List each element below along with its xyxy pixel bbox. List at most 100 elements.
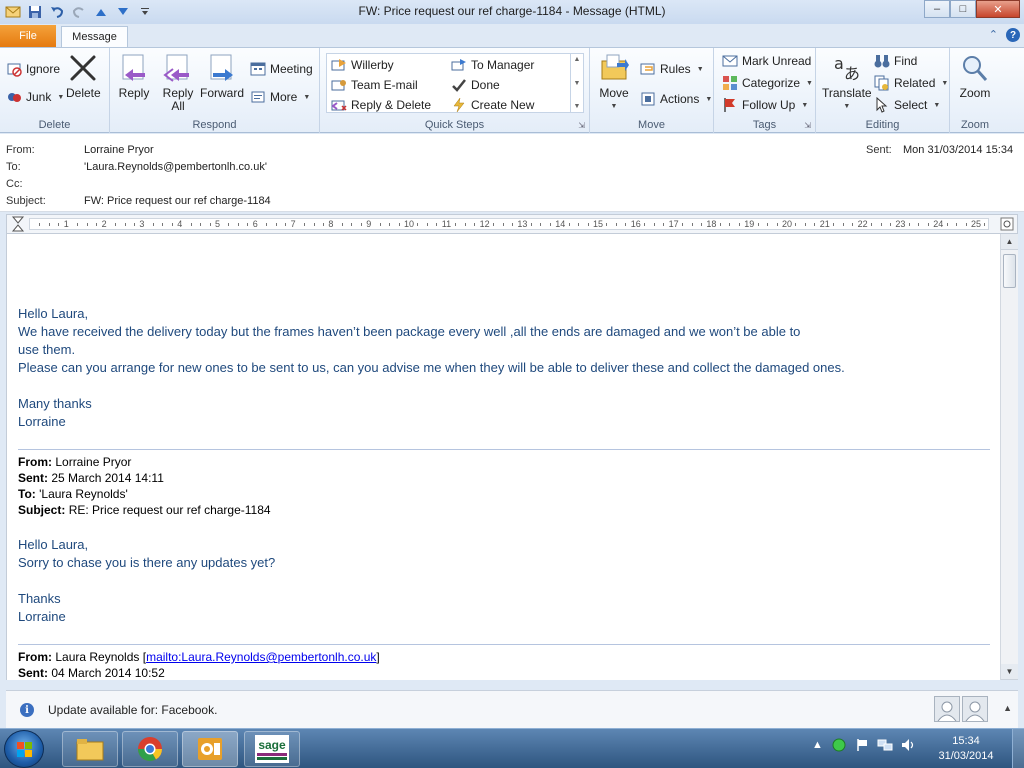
translate-icon: aあ — [831, 52, 863, 84]
ignore-button[interactable]: Ignore — [6, 61, 60, 77]
quick-step-to-manager[interactable]: To Manager — [451, 57, 534, 73]
zoom-button[interactable]: Zoom — [959, 52, 991, 100]
ruler-tick — [360, 223, 362, 226]
quick-step-reply-delete[interactable]: Reply & Delete — [331, 97, 431, 113]
svg-text:あ: あ — [844, 64, 860, 83]
show-hidden-icons-icon[interactable]: ▲ — [812, 739, 823, 751]
forward-button[interactable]: Forward — [200, 52, 244, 100]
help-icon[interactable]: ? — [1006, 28, 1020, 42]
quick-step-team-email[interactable]: Team E-mail — [331, 77, 418, 93]
indent-marker-icon[interactable] — [11, 216, 25, 232]
explorer-taskbar-button[interactable] — [62, 731, 118, 767]
person-avatar-icon[interactable] — [962, 696, 988, 722]
reply-icon — [118, 52, 150, 84]
to-value[interactable]: 'Laura.Reynolds@pembertonlh.co.uk' — [84, 161, 267, 173]
minimize-ribbon-icon[interactable]: ⌃ — [989, 28, 998, 42]
actions-icon — [640, 91, 656, 107]
maximize-button[interactable]: □ — [950, 0, 976, 18]
mailto-link[interactable]: mailto:Laura.Reynolds@pembertonlh.co.uk — [146, 650, 376, 664]
quick-step-done[interactable]: Done — [451, 77, 500, 93]
sage-taskbar-button[interactable]: sage — [244, 731, 300, 767]
ruler-number: 3 — [139, 219, 145, 229]
ruler-toggle-icon[interactable] — [1000, 217, 1014, 231]
quoted-from: From: Lorraine Pryor — [18, 455, 132, 469]
ruler-tick — [389, 223, 391, 226]
mark-unread-icon — [722, 53, 738, 69]
scroll-thumb[interactable] — [1003, 254, 1016, 288]
close-button[interactable]: ✕ — [976, 0, 1020, 18]
mark-unread-button[interactable]: Mark Unread — [722, 53, 811, 69]
reply-all-button[interactable]: Reply All — [162, 52, 194, 113]
volume-icon[interactable] — [901, 738, 917, 752]
delete-button[interactable]: Delete — [66, 52, 101, 100]
forward-arrow-icon — [451, 57, 467, 73]
quoted-to: To: 'Laura Reynolds' — [18, 487, 128, 501]
quoted-signature: Lorraine — [18, 609, 66, 624]
outlook-taskbar-button[interactable] — [182, 731, 238, 767]
meeting-button[interactable]: Meeting — [250, 61, 313, 77]
forward-icon — [206, 52, 238, 84]
ruler-tick — [502, 223, 504, 226]
tab-message[interactable]: Message — [61, 26, 128, 47]
chrome-taskbar-button[interactable] — [122, 731, 178, 767]
respond-group: Reply Reply All Forward Meeting More ▼ R… — [110, 48, 320, 133]
system-clock[interactable]: 15:34 31/03/2014 — [936, 734, 996, 764]
follow-up-button[interactable]: Follow Up ▼ — [722, 97, 808, 113]
translate-button[interactable]: aあ Translate ▼ — [822, 52, 872, 113]
dialog-launcher-icon[interactable]: ⇲ — [578, 121, 585, 130]
ruler-tick — [663, 223, 665, 226]
reply-button[interactable]: Reply — [118, 52, 150, 100]
quick-steps-scroll[interactable]: ▲ ▼ ▼ — [570, 54, 583, 112]
ruler-tick — [322, 223, 324, 226]
minimize-button[interactable]: – — [924, 0, 950, 18]
scroll-up-arrow-icon[interactable]: ▲ — [1001, 234, 1018, 250]
categorize-button[interactable]: Categorize ▼ — [722, 75, 813, 91]
more-button[interactable]: More ▼ — [250, 89, 310, 105]
taskbar: sage ▲ 15:34 31/03/2014 — [0, 728, 1024, 768]
quick-step-create-new[interactable]: Create New — [451, 97, 534, 113]
message-body[interactable]: Hello Laura, We have received the delive… — [6, 234, 1000, 680]
ruler-tick — [39, 223, 41, 226]
update-notification[interactable]: Update available for: Facebook. — [48, 703, 217, 717]
cc-label: Cc: — [6, 178, 23, 190]
scroll-up-icon[interactable]: ▲ — [574, 56, 581, 63]
magnifier-icon — [959, 52, 991, 84]
scroll-down-icon[interactable]: ▼ — [574, 80, 581, 87]
related-button[interactable]: Related ▼ — [874, 75, 948, 91]
status-green-icon[interactable] — [831, 737, 847, 753]
show-desktop-button[interactable] — [1012, 729, 1024, 768]
ruler-number: 10 — [404, 219, 415, 229]
scroll-down-arrow-icon[interactable]: ▼ — [1001, 664, 1018, 680]
quoted2-from: From: Laura Reynolds [mailto:Laura.Reyno… — [18, 650, 380, 664]
rules-button[interactable]: Rules ▼ — [640, 61, 704, 77]
action-center-flag-icon[interactable] — [855, 738, 869, 752]
quick-steps-group: Willerby To Manager Team E-mail Done Rep… — [320, 48, 590, 133]
ruler-number: 4 — [177, 219, 183, 229]
person-avatar-icon[interactable] — [934, 696, 960, 722]
expand-gallery-icon[interactable]: ▼ — [574, 103, 581, 110]
start-button[interactable] — [4, 730, 44, 768]
zoom-group-label: Zoom — [960, 119, 990, 131]
lightning-icon — [451, 97, 467, 113]
junk-button[interactable]: Junk ▼ — [6, 89, 64, 105]
network-icon[interactable] — [877, 738, 893, 752]
ruler-tick — [493, 223, 495, 226]
quick-step-willerby[interactable]: Willerby — [331, 57, 394, 73]
select-button[interactable]: Select ▼ — [874, 97, 940, 113]
tags-dialog-launcher-icon[interactable]: ⇲ — [804, 121, 811, 130]
from-value[interactable]: Lorraine Pryor — [84, 144, 154, 156]
sage-icon: sage — [255, 735, 289, 763]
sent-label: Sent: — [866, 144, 892, 156]
expand-people-pane-icon[interactable]: ▲ — [1003, 703, 1012, 713]
actions-button[interactable]: Actions ▼ — [640, 91, 712, 107]
ignore-icon — [6, 61, 22, 77]
folder-icon — [76, 739, 104, 761]
body-signature: Lorraine — [18, 414, 66, 429]
ruler-tick — [304, 223, 306, 226]
vertical-scrollbar[interactable]: ▲ ▼ — [1000, 234, 1018, 680]
find-button[interactable]: Find — [874, 53, 917, 69]
tab-file[interactable]: File — [0, 25, 56, 47]
ruler-tick — [379, 223, 381, 226]
move-button[interactable]: Move ▼ — [598, 52, 630, 113]
ruler-tick — [124, 223, 126, 226]
